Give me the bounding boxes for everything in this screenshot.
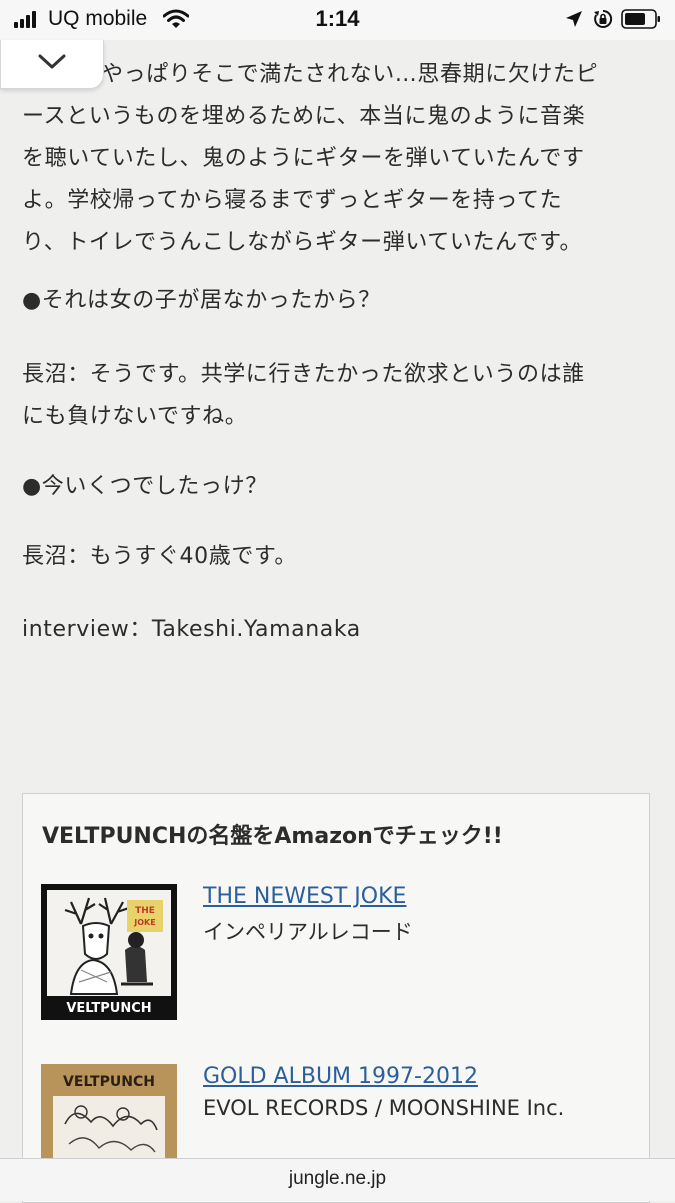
amazon-heading: VELTPUNCHの名盤をAmazonでチェック!!	[42, 824, 503, 849]
text-line: を聴いていたし、鬼のようにギターを弾いていたんです	[22, 146, 585, 171]
clock-time: 1:14	[315, 6, 360, 31]
status-bar: UQ mobile 1:14	[0, 0, 675, 40]
battery-icon	[621, 9, 660, 29]
text-line: interview：Takeshi.Yamanaka	[22, 617, 361, 642]
signal-icon	[14, 10, 40, 28]
product-label: EVOL RECORDS / MOONSHINE Inc.	[203, 1096, 565, 1120]
product-label: インペリアルレコード	[203, 920, 413, 944]
svg-text:THE: THE	[135, 906, 155, 916]
product-title-link[interactable]: GOLD ALBUM 1997-2012	[203, 1064, 478, 1089]
text-line: ●今いくつでしたっけ？	[22, 474, 268, 499]
product-title-link[interactable]: THE NEWEST JOKE	[203, 884, 406, 909]
amazon-recommendation-box: VELTPUNCHの名盤をAmazonでチェック!! THE JOKE VELT…	[22, 793, 650, 1203]
text-line: り、トイレでうんこしながらギター弾いていたんです。	[22, 230, 583, 255]
text-line: 長沼：そうです。共学に行きたかった欲求というのは誰	[22, 362, 585, 387]
text-line: やっぱりそこで満たされない…思春期に欠けたピ	[101, 62, 599, 87]
album-cover-image[interactable]: THE JOKE VELTPUNCH	[41, 884, 177, 1020]
article-paragraph: やっぱりそこで満たされない…思春期に欠けたピ ースというものを埋めるために、本当…	[22, 54, 598, 264]
chevron-down-icon	[38, 54, 66, 69]
interview-question: ●それは女の子が居なかったから？	[22, 280, 381, 322]
url-domain[interactable]: jungle.ne.jp	[0, 1168, 675, 1190]
cover-text: VELTPUNCH	[66, 1001, 151, 1016]
text-line: ースというものを埋めるために、本当に鬼のように音楽	[22, 104, 586, 129]
interview-answer: 長沼：そうです。共学に行きたかった欲求というのは誰 にも負けないですね。	[22, 354, 585, 438]
wifi-icon	[163, 9, 189, 28]
text-line: ●それは女の子が居なかったから？	[22, 288, 381, 313]
interview-answer: 長沼：もうすぐ40歳です。	[22, 536, 297, 578]
location-arrow-icon	[566, 11, 582, 27]
collapse-header-button[interactable]	[0, 40, 104, 89]
text-line: よ。学校帰ってから寝るまでずっとギターを持ってた	[22, 188, 563, 213]
browser-url-bar[interactable]: jungle.ne.jp	[0, 1158, 675, 1201]
carrier-name: UQ mobile	[48, 7, 148, 30]
text-line: 長沼：もうすぐ40歳です。	[22, 544, 297, 569]
orientation-lock-icon	[594, 9, 613, 28]
interview-question: ●今いくつでしたっけ？	[22, 466, 268, 508]
text-line: にも負けないですね。	[22, 404, 248, 429]
svg-text:JOKE: JOKE	[133, 918, 155, 927]
interviewer-credit: interview：Takeshi.Yamanaka	[22, 609, 361, 651]
cover-text: VELTPUNCH	[63, 1074, 155, 1090]
